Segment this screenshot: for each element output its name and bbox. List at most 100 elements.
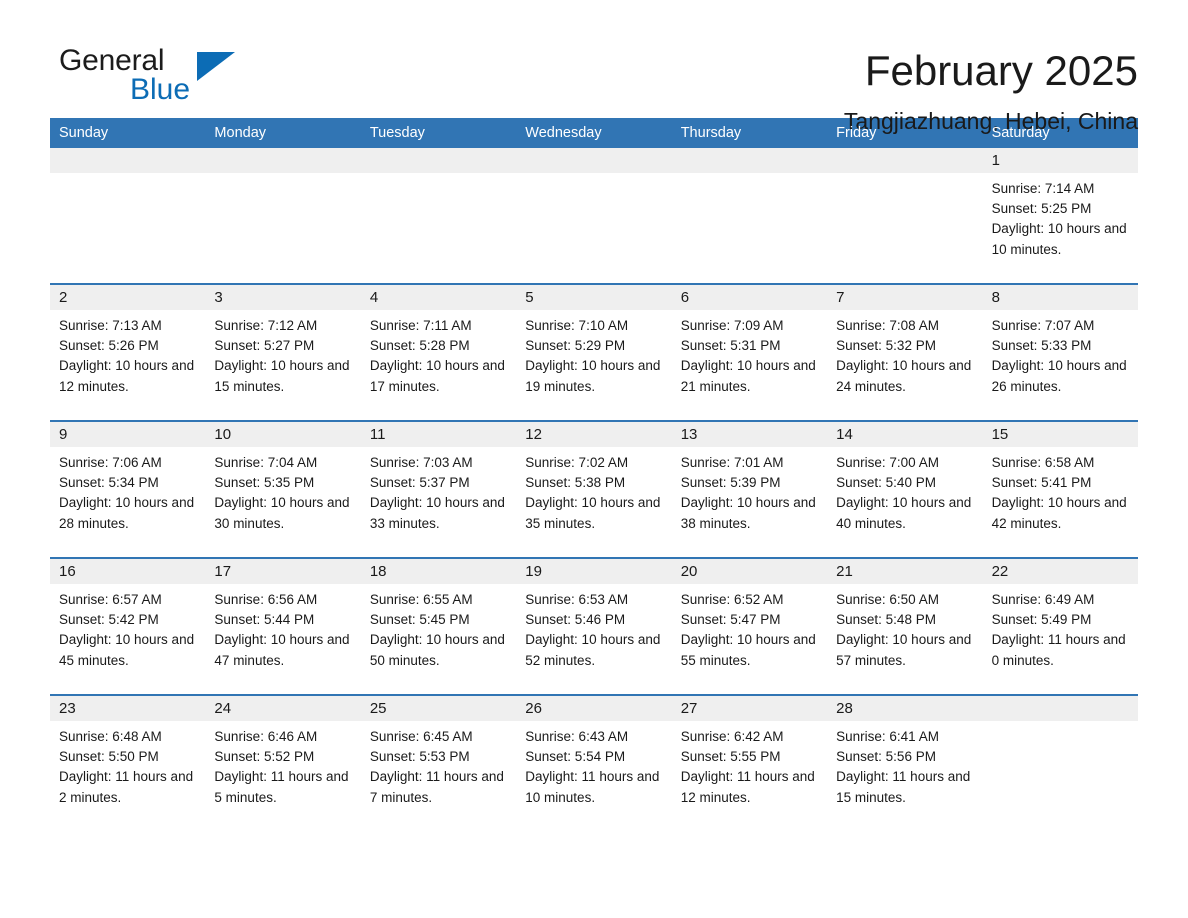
day-sun-info bbox=[672, 173, 827, 179]
day-number bbox=[205, 148, 361, 173]
calendar-week-row: 2 Sunrise: 7:13 AM Sunset: 5:26 PM Daylight… bbox=[50, 283, 1138, 420]
calendar-day-cell-empty bbox=[827, 148, 983, 283]
day-sun-info: Sunrise: 6:41 AM Sunset: 5:56 PM Daylight:… bbox=[827, 721, 982, 808]
daylight-text: Daylight: 10 hours and 24 minutes. bbox=[836, 358, 972, 394]
day-sun-info: Sunrise: 7:04 AM Sunset: 5:35 PM Daylight:… bbox=[205, 447, 360, 534]
day-number bbox=[671, 148, 828, 173]
calendar-day-cell[interactable]: 24 Sunrise: 6:46 AM Sunset: 5:52 PM Dayligh… bbox=[205, 696, 361, 831]
calendar-day-cell[interactable]: 22 Sunrise: 6:49 AM Sunset: 5:49 PM Dayligh… bbox=[982, 559, 1138, 694]
sunset-text: Sunset: 5:52 PM bbox=[214, 749, 315, 765]
calendar-day-cell[interactable]: 19 Sunrise: 6:53 AM Sunset: 5:46 PM Dayligh… bbox=[516, 559, 672, 694]
day-number: 3 bbox=[205, 285, 361, 310]
calendar-day-cell[interactable]: 7 Sunrise: 7:08 AM Sunset: 5:32 PM Daylight… bbox=[827, 285, 983, 420]
sunrise-text: Sunrise: 6:53 AM bbox=[525, 592, 629, 607]
day-sun-info: Sunrise: 6:49 AM Sunset: 5:49 PM Daylight:… bbox=[983, 584, 1138, 671]
day-sun-info: Sunrise: 6:52 AM Sunset: 5:47 PM Daylight:… bbox=[672, 584, 827, 671]
day-number: 9 bbox=[50, 422, 206, 447]
daylight-text: Daylight: 11 hours and 5 minutes. bbox=[214, 769, 349, 805]
daylight-text: Daylight: 10 hours and 40 minutes. bbox=[836, 495, 972, 531]
calendar-day-cell[interactable]: 18 Sunrise: 6:55 AM Sunset: 5:45 PM Dayligh… bbox=[360, 559, 517, 694]
day-sun-info: Sunrise: 7:07 AM Sunset: 5:33 PM Daylight:… bbox=[983, 310, 1138, 397]
daylight-text: Daylight: 10 hours and 10 minutes. bbox=[991, 221, 1127, 257]
daylight-text: Daylight: 10 hours and 19 minutes. bbox=[525, 358, 661, 394]
calendar-day-cell[interactable]: 4 Sunrise: 7:11 AM Sunset: 5:28 PM Daylight… bbox=[360, 285, 517, 420]
day-number: 23 bbox=[50, 696, 206, 721]
sunrise-text: Sunrise: 7:12 AM bbox=[214, 318, 318, 333]
daylight-text: Daylight: 11 hours and 10 minutes. bbox=[525, 769, 660, 805]
sunset-text: Sunset: 5:56 PM bbox=[836, 749, 936, 765]
sunrise-text: Sunrise: 6:58 AM bbox=[991, 455, 1095, 470]
daylight-text: Daylight: 10 hours and 52 minutes. bbox=[525, 632, 661, 668]
calendar-day-cell[interactable]: 9 Sunrise: 7:06 AM Sunset: 5:34 PM Daylight… bbox=[50, 422, 206, 557]
day-number bbox=[360, 148, 517, 173]
sunrise-text: Sunrise: 7:13 AM bbox=[59, 318, 162, 333]
calendar-day-cell[interactable]: 3 Sunrise: 7:12 AM Sunset: 5:27 PM Daylight… bbox=[205, 285, 361, 420]
calendar-day-cell[interactable]: 27 Sunrise: 6:42 AM Sunset: 5:55 PM Dayligh… bbox=[671, 696, 828, 831]
sunset-text: Sunset: 5:50 PM bbox=[59, 749, 159, 765]
day-number: 10 bbox=[205, 422, 361, 447]
day-number: 7 bbox=[827, 285, 983, 310]
logo-triangle-icon bbox=[197, 52, 235, 81]
daylight-text: Daylight: 10 hours and 57 minutes. bbox=[836, 632, 972, 668]
calendar-day-cell[interactable]: 16 Sunrise: 6:57 AM Sunset: 5:42 PM Dayligh… bbox=[50, 559, 206, 694]
daylight-text: Daylight: 10 hours and 47 minutes. bbox=[214, 632, 350, 668]
daylight-text: Daylight: 10 hours and 50 minutes. bbox=[369, 632, 505, 668]
calendar-day-cell[interactable]: 8 Sunrise: 7:07 AM Sunset: 5:33 PM Daylight… bbox=[982, 285, 1138, 420]
daylight-text: Daylight: 10 hours and 42 minutes. bbox=[991, 495, 1127, 531]
sunset-text: Sunset: 5:46 PM bbox=[525, 612, 626, 628]
calendar-day-cell[interactable]: 23 Sunrise: 6:48 AM Sunset: 5:50 PM Dayligh… bbox=[50, 696, 206, 831]
weekday-header-wednesday: Wednesday bbox=[525, 125, 602, 141]
calendar-day-cell[interactable]: 11 Sunrise: 7:03 AM Sunset: 5:37 PM Dayligh… bbox=[360, 422, 517, 557]
sunset-text: Sunset: 5:53 PM bbox=[369, 749, 470, 765]
calendar-day-cell[interactable]: 21 Sunrise: 6:50 AM Sunset: 5:48 PM Dayligh… bbox=[827, 559, 983, 694]
sunrise-text: Sunrise: 7:09 AM bbox=[680, 318, 784, 333]
sunrise-text: Sunrise: 7:00 AM bbox=[836, 455, 939, 470]
day-sun-info: Sunrise: 7:01 AM Sunset: 5:39 PM Daylight:… bbox=[672, 447, 827, 534]
sunrise-text: Sunrise: 7:01 AM bbox=[680, 455, 784, 470]
calendar-day-cell[interactable]: 14 Sunrise: 7:00 AM Sunset: 5:40 PM Dayligh… bbox=[827, 422, 983, 557]
calendar-day-cell-empty bbox=[205, 148, 361, 283]
sunrise-text: Sunrise: 7:07 AM bbox=[991, 318, 1095, 333]
calendar-day-cell[interactable]: 17 Sunrise: 6:56 AM Sunset: 5:44 PM Dayligh… bbox=[205, 559, 361, 694]
daylight-text: Daylight: 10 hours and 45 minutes. bbox=[59, 632, 195, 668]
sunrise-text: Sunrise: 6:57 AM bbox=[59, 592, 162, 607]
day-sun-info: Sunrise: 7:14 AM Sunset: 5:25 PM Daylight:… bbox=[983, 173, 1138, 260]
daylight-text: Daylight: 11 hours and 15 minutes. bbox=[836, 769, 971, 805]
calendar-day-cell[interactable]: 5 Sunrise: 7:10 AM Sunset: 5:29 PM Daylight… bbox=[516, 285, 672, 420]
sunrise-text: Sunrise: 6:46 AM bbox=[214, 729, 318, 744]
calendar-page: General Blue February 2025 Tangjiazhuang… bbox=[0, 0, 1188, 918]
day-sun-info: Sunrise: 7:06 AM Sunset: 5:34 PM Daylight:… bbox=[50, 447, 205, 534]
calendar-day-cell[interactable]: 6 Sunrise: 7:09 AM Sunset: 5:31 PM Daylight… bbox=[671, 285, 828, 420]
calendar-day-cell[interactable]: 10 Sunrise: 7:04 AM Sunset: 5:35 PM Dayligh… bbox=[205, 422, 361, 557]
calendar-day-cell[interactable]: 1 Sunrise: 7:14 AM Sunset: 5:25 PM Daylight… bbox=[982, 148, 1138, 283]
calendar-day-cell[interactable]: 15 Sunrise: 6:58 AM Sunset: 5:41 PM Dayligh… bbox=[982, 422, 1138, 557]
calendar-day-cell[interactable]: 25 Sunrise: 6:45 AM Sunset: 5:53 PM Dayligh… bbox=[360, 696, 517, 831]
calendar-day-cell[interactable]: 13 Sunrise: 7:01 AM Sunset: 5:39 PM Dayligh… bbox=[671, 422, 828, 557]
calendar-day-cell[interactable]: 26 Sunrise: 6:43 AM Sunset: 5:54 PM Dayligh… bbox=[516, 696, 672, 831]
day-sun-info: Sunrise: 7:02 AM Sunset: 5:38 PM Daylight:… bbox=[516, 447, 671, 534]
generalblue-logo[interactable]: General Blue bbox=[50, 44, 280, 114]
day-sun-info: Sunrise: 6:43 AM Sunset: 5:54 PM Daylight:… bbox=[516, 721, 671, 808]
sunset-text: Sunset: 5:27 PM bbox=[214, 338, 315, 354]
sunset-text: Sunset: 5:29 PM bbox=[525, 338, 626, 354]
day-number: 14 bbox=[827, 422, 983, 447]
daylight-text: Daylight: 10 hours and 28 minutes. bbox=[59, 495, 195, 531]
day-sun-info: Sunrise: 6:53 AM Sunset: 5:46 PM Daylight:… bbox=[516, 584, 671, 671]
calendar-day-cell[interactable]: 2 Sunrise: 7:13 AM Sunset: 5:26 PM Daylight… bbox=[50, 285, 206, 420]
calendar-day-cell[interactable]: 28 Sunrise: 6:41 AM Sunset: 5:56 PM Dayligh… bbox=[827, 696, 983, 831]
daylight-text: Daylight: 10 hours and 15 minutes. bbox=[214, 358, 350, 394]
sunrise-text: Sunrise: 7:10 AM bbox=[525, 318, 629, 333]
page-header: General Blue February 2025 Tangjiazhuang… bbox=[50, 0, 1138, 134]
day-number: 2 bbox=[50, 285, 206, 310]
calendar-day-cell[interactable]: 12 Sunrise: 7:02 AM Sunset: 5:38 PM Dayligh… bbox=[516, 422, 672, 557]
day-sun-info bbox=[50, 173, 205, 179]
sunset-text: Sunset: 5:26 PM bbox=[59, 338, 159, 354]
sunrise-text: Sunrise: 6:41 AM bbox=[836, 729, 939, 744]
sunrise-text: Sunrise: 7:03 AM bbox=[369, 455, 473, 470]
sunrise-text: Sunrise: 6:43 AM bbox=[525, 729, 629, 744]
calendar-day-cell[interactable]: 20 Sunrise: 6:52 AM Sunset: 5:47 PM Dayligh… bbox=[671, 559, 828, 694]
daylight-text: Daylight: 11 hours and 7 minutes. bbox=[369, 769, 504, 805]
day-sun-info bbox=[983, 721, 1138, 727]
day-number: 15 bbox=[982, 422, 1138, 447]
sunset-text: Sunset: 5:49 PM bbox=[991, 612, 1092, 628]
